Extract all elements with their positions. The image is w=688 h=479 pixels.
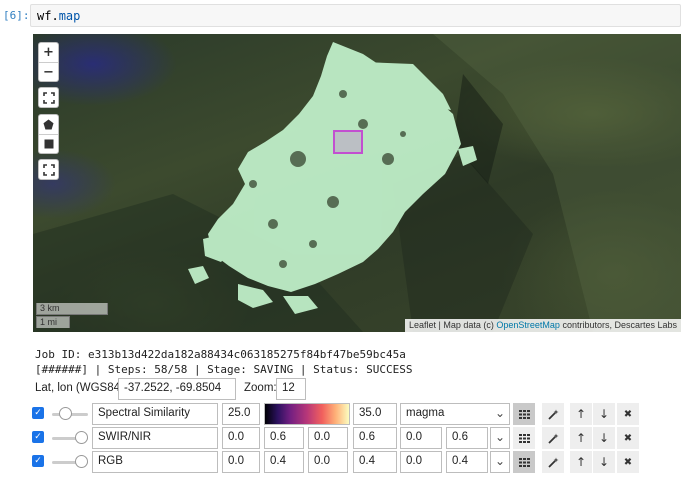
layer-row-spectral: ✓ Spectral Similarity 25.0 35.0 magma ⌄ ↑… (30, 403, 680, 425)
move-down-button[interactable]: ↓ (593, 427, 615, 449)
layer-row-rgb: ✓ RGB 0.0 0.4 0.0 0.4 0.0 0.4 ⌄ ↑ ↓ ✖ (30, 451, 680, 473)
zoom-out-button[interactable]: − (39, 62, 58, 81)
job-id: Job ID: e313b13d422da182a88434c063185275… (35, 348, 406, 361)
code-cell[interactable]: wf.map (30, 4, 681, 27)
scale-mi: 1 mi (36, 316, 70, 328)
zoom-control: + − (38, 42, 59, 82)
move-up-button[interactable]: ↑ (570, 403, 592, 425)
fit-bounds-button[interactable] (39, 160, 58, 179)
fit-bounds-icon (42, 163, 55, 176)
osm-link[interactable]: OpenStreetMap (496, 320, 560, 330)
magic-wand-icon (547, 457, 558, 468)
move-down-button[interactable]: ↓ (593, 403, 615, 425)
blue-max-input[interactable]: 0.6 (446, 427, 488, 449)
map-attribution: Leaflet | Map data (c) OpenStreetMap con… (405, 319, 681, 332)
layer-visibility-checkbox[interactable]: ✓ (32, 455, 44, 467)
fullscreen-control (38, 87, 59, 108)
fullscreen-button[interactable] (39, 88, 58, 107)
colormap-select[interactable]: magma ⌄ (400, 403, 510, 425)
colormap-value: magma (406, 407, 445, 419)
red-max-input[interactable]: 0.4 (264, 451, 304, 473)
opacity-slider[interactable] (52, 455, 88, 469)
draw-polygon-button[interactable] (39, 115, 58, 134)
blue-max-input[interactable]: 0.4 (446, 451, 488, 473)
polygon-icon (43, 119, 54, 130)
layer-name[interactable]: RGB (92, 451, 218, 473)
slider-knob[interactable] (59, 407, 72, 420)
move-up-button[interactable]: ↑ (570, 427, 592, 449)
remove-layer-button[interactable]: ✖ (617, 403, 639, 425)
move-up-button[interactable]: ↑ (570, 451, 592, 473)
zoom-in-button[interactable]: + (39, 43, 58, 62)
magic-wand-icon (547, 409, 558, 420)
grid-icon (518, 433, 530, 443)
attribution-suffix: contributors, Descartes Labs (559, 320, 677, 330)
selection-rectangle (333, 130, 363, 154)
remove-layer-button[interactable]: ✖ (617, 427, 639, 449)
colormap-preview (264, 403, 350, 425)
move-down-button[interactable]: ↓ (593, 451, 615, 473)
rectangle-icon (44, 139, 53, 149)
slider-knob[interactable] (75, 431, 88, 444)
scale-km: 3 km (36, 303, 108, 315)
green-min-input[interactable]: 0.0 (308, 427, 348, 449)
layer-name[interactable]: SWIR/NIR (92, 427, 218, 449)
opacity-slider[interactable] (52, 407, 88, 421)
draw-control (38, 114, 59, 154)
red-max-input[interactable]: 0.6 (264, 427, 304, 449)
draw-rectangle-button[interactable] (39, 134, 58, 153)
chevron-down-icon: ⌄ (494, 454, 505, 468)
green-max-input[interactable]: 0.4 (353, 451, 397, 473)
job-status: [######] | Steps: 58/58 | Stage: SAVING … (35, 363, 413, 376)
cell-prompt: [6]: (3, 9, 30, 22)
autoscale-button[interactable] (542, 427, 564, 449)
zoom-input[interactable]: 12 (276, 378, 306, 400)
opacity-slider[interactable] (52, 431, 88, 445)
grid-button[interactable] (513, 451, 535, 473)
fullscreen-icon (42, 91, 55, 104)
map-view[interactable]: + − 3 km 1 mi Leaflet | Map data (c) Ope… (33, 34, 681, 332)
grid-icon (518, 409, 530, 419)
max-input[interactable]: 35.0 (353, 403, 397, 425)
code-object: wf (37, 9, 52, 23)
layer-visibility-checkbox[interactable]: ✓ (32, 431, 44, 443)
chevron-down-icon: ⌄ (494, 406, 505, 420)
code-dot: . (51, 9, 59, 23)
colormap-select[interactable]: ⌄ (490, 451, 510, 473)
blue-min-input[interactable]: 0.0 (400, 451, 442, 473)
code-attribute: map (58, 9, 81, 23)
remove-layer-button[interactable]: ✖ (617, 451, 639, 473)
fit-control (38, 159, 59, 180)
slider-knob[interactable] (75, 455, 88, 468)
map-imagery (33, 34, 681, 332)
latlon-label: Lat, lon (WGS84): (35, 382, 128, 394)
colormap-select[interactable]: ⌄ (490, 427, 510, 449)
blue-min-input[interactable]: 0.0 (400, 427, 442, 449)
red-min-input[interactable]: 0.0 (222, 427, 260, 449)
attribution-prefix: Leaflet | Map data (c) (409, 320, 497, 330)
zoom-label: Zoom: (244, 382, 277, 394)
layer-row-swir: ✓ SWIR/NIR 0.0 0.6 0.0 0.6 0.0 0.6 ⌄ ↑ ↓… (30, 427, 680, 449)
magic-wand-icon (547, 433, 558, 444)
green-max-input[interactable]: 0.6 (353, 427, 397, 449)
red-min-input[interactable]: 0.0 (222, 451, 260, 473)
grid-button[interactable] (513, 403, 535, 425)
grid-icon (518, 457, 530, 467)
chevron-down-icon: ⌄ (494, 430, 505, 444)
autoscale-button[interactable] (542, 403, 564, 425)
layer-visibility-checkbox[interactable]: ✓ (32, 407, 44, 419)
min-input[interactable]: 25.0 (222, 403, 260, 425)
layer-name[interactable]: Spectral Similarity (92, 403, 218, 425)
autoscale-button[interactable] (542, 451, 564, 473)
green-min-input[interactable]: 0.0 (308, 451, 348, 473)
latlon-input[interactable]: -37.2522, -69.8504 (118, 378, 236, 400)
grid-button[interactable] (513, 427, 535, 449)
